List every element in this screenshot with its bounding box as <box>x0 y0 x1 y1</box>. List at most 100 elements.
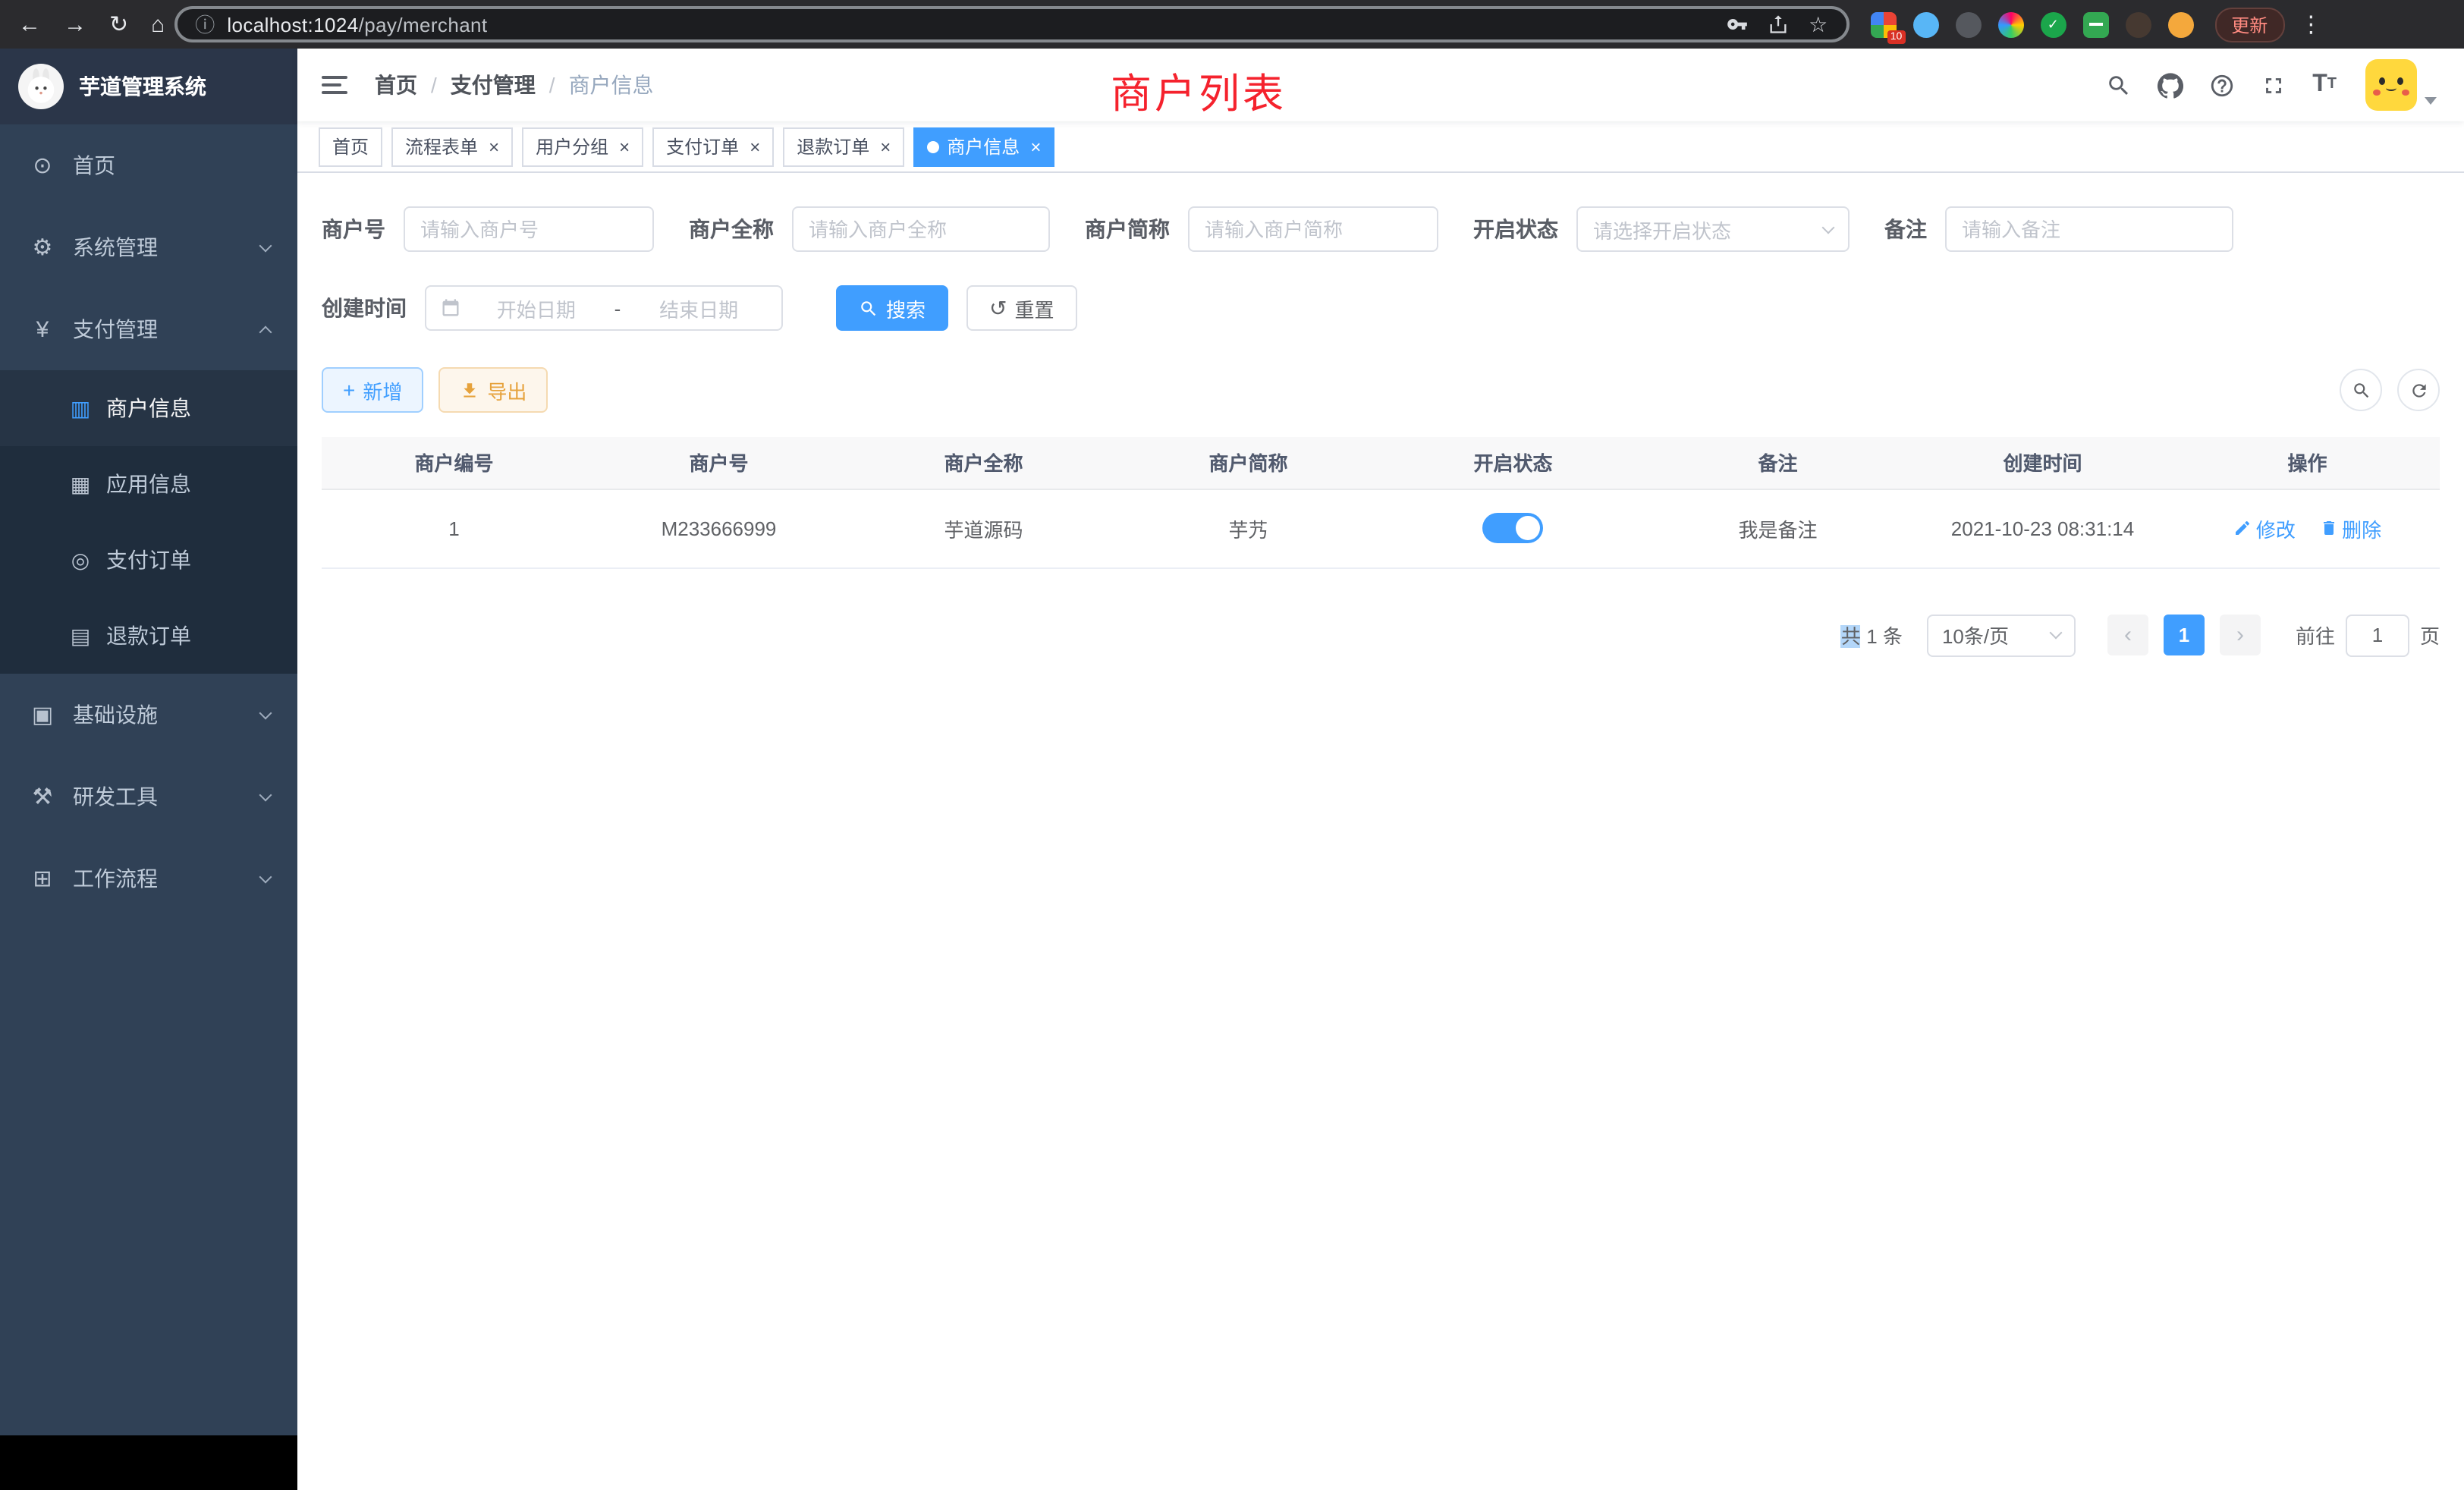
export-button[interactable]: 导出 <box>438 367 548 413</box>
end-date-placeholder[interactable]: 结束日期 <box>630 294 768 322</box>
sidebar-item-system-management[interactable]: ⚙ 系统管理 <box>0 206 297 288</box>
extension-dark-icon[interactable] <box>1955 11 1981 37</box>
extension-orange-icon[interactable] <box>2167 11 2193 37</box>
prev-page-button[interactable]: ‹ <box>2107 615 2148 655</box>
tab-home[interactable]: 首页 <box>319 127 382 166</box>
hamburger-icon[interactable] <box>297 76 372 94</box>
create-time-range-picker[interactable]: 开始日期 - 结束日期 <box>425 285 783 331</box>
tab-label: 支付订单 <box>666 134 739 159</box>
page-size-select[interactable]: 10条/页 <box>1927 614 2076 656</box>
sidebar-item-merchant-info[interactable]: ▥ 商户信息 <box>0 370 297 446</box>
pencil-icon <box>2233 519 2252 537</box>
refresh-table-button[interactable] <box>2397 369 2440 411</box>
delete-link[interactable]: 删除 <box>2319 514 2381 542</box>
column-header-full-name: 商户全称 <box>851 437 1116 489</box>
remark-input[interactable] <box>1945 206 2233 252</box>
tab-merchant-info[interactable]: 商户信息 × <box>913 127 1054 166</box>
short-name-input[interactable] <box>1188 206 1438 252</box>
tab-label: 流程表单 <box>405 134 478 159</box>
edit-link-label: 修改 <box>2256 514 2296 542</box>
status-select[interactable]: 请选择开启状态 <box>1576 206 1850 252</box>
github-icon[interactable] <box>2158 72 2183 98</box>
status-select-placeholder: 请选择开启状态 <box>1593 215 1812 244</box>
start-date-placeholder[interactable]: 开始日期 <box>467 294 605 322</box>
font-size-icon[interactable]: TT <box>2312 73 2337 97</box>
back-icon[interactable]: ← <box>18 13 41 36</box>
browser-update-button[interactable]: 更新 <box>2214 7 2284 42</box>
reload-icon[interactable]: ↻ <box>109 13 128 36</box>
extension-blue-icon[interactable] <box>1912 11 1938 37</box>
address-bar[interactable]: ⓘ localhost:1024/pay/merchant ☆ <box>174 6 1849 42</box>
extension-colorful-icon[interactable]: 10 <box>1870 11 1896 37</box>
reset-icon: ↺ <box>989 297 1007 319</box>
dashboard-icon: ⊙ <box>24 152 61 179</box>
app-logo[interactable]: 芋道管理系统 <box>0 49 297 124</box>
add-button[interactable]: + 新增 <box>322 367 423 413</box>
sidebar-item-payment-orders[interactable]: ◎ 支付订单 <box>0 522 297 598</box>
full-name-input[interactable] <box>792 206 1050 252</box>
edit-link[interactable]: 修改 <box>2233 514 2296 542</box>
sidebar-item-label: 应用信息 <box>106 469 191 499</box>
extension-knot-icon[interactable] <box>2125 11 2151 37</box>
sidebar-item-dev-tools[interactable]: ⚒ 研发工具 <box>0 756 297 838</box>
reset-button[interactable]: ↺ 重置 <box>966 285 1077 331</box>
next-page-button[interactable]: › <box>2220 615 2261 655</box>
password-key-icon[interactable] <box>1727 14 1748 35</box>
help-icon[interactable] <box>2209 72 2235 98</box>
share-icon[interactable] <box>1768 14 1789 35</box>
cell-id: 1 <box>322 489 586 567</box>
page-number-button[interactable]: 1 <box>2164 615 2205 655</box>
page-info-icon[interactable]: ⓘ <box>195 14 215 34</box>
bookmark-star-icon[interactable]: ☆ <box>1809 14 1828 35</box>
close-icon[interactable]: × <box>750 137 760 156</box>
close-icon[interactable]: × <box>489 137 499 156</box>
tab-refund-orders[interactable]: 退款订单× <box>783 127 904 166</box>
status-toggle[interactable] <box>1483 513 1544 543</box>
breadcrumb-payment[interactable]: 支付管理 <box>451 70 536 100</box>
sidebar-item-workflow[interactable]: ⊞ 工作流程 <box>0 838 297 919</box>
breadcrumb-home[interactable]: 首页 <box>375 70 417 100</box>
sidebar-item-payment-management[interactable]: ¥ 支付管理 <box>0 288 297 370</box>
pagination: 共 1 条 10条/页 ‹ 1 › 前往 页 <box>322 614 2440 656</box>
search-button[interactable]: 搜索 <box>836 285 948 331</box>
goto-page-input[interactable] <box>2346 614 2409 656</box>
user-menu[interactable] <box>2365 59 2437 111</box>
home-icon[interactable]: ⌂ <box>151 13 165 36</box>
search-icon[interactable] <box>2106 72 2132 98</box>
url-text[interactable]: localhost:1024/pay/merchant <box>227 13 1714 36</box>
close-icon[interactable]: × <box>1030 137 1041 156</box>
forward-icon[interactable]: → <box>64 13 86 36</box>
status-label: 开启状态 <box>1473 214 1558 244</box>
toggle-search-button[interactable] <box>2340 369 2382 411</box>
breadcrumb-separator: / <box>549 73 555 97</box>
close-icon[interactable]: × <box>619 137 630 156</box>
extension-green-book-icon[interactable] <box>2082 11 2108 37</box>
target-icon: ◎ <box>64 547 97 573</box>
tab-user-group[interactable]: 用户分组× <box>522 127 643 166</box>
app-title: 芋道管理系统 <box>79 71 206 102</box>
avatar[interactable] <box>2365 59 2417 111</box>
export-button-label: 导出 <box>487 376 526 404</box>
close-icon[interactable]: × <box>880 137 891 156</box>
tab-process-form[interactable]: 流程表单 × <box>391 127 513 166</box>
sidebar-item-home[interactable]: ⊙ 首页 <box>0 124 297 206</box>
merchant-no-input[interactable] <box>404 206 654 252</box>
short-name-label: 商户简称 <box>1085 214 1170 244</box>
column-header-create-time: 创建时间 <box>1910 437 2175 489</box>
fullscreen-icon[interactable] <box>2261 72 2286 98</box>
total-count: 1 <box>1866 625 1877 648</box>
sidebar-item-refund-orders[interactable]: ▤ 退款订单 <box>0 598 297 674</box>
extension-avatar-icon[interactable] <box>1997 11 2023 37</box>
chevron-down-icon <box>259 788 272 801</box>
column-header-merchant-no: 商户号 <box>586 437 851 489</box>
sidebar-item-label: 支付订单 <box>106 545 191 575</box>
extension-green-check-icon[interactable]: ✓ <box>2040 11 2066 37</box>
sidebar-item-app-info[interactable]: ▦ 应用信息 <box>0 446 297 522</box>
page-content: 商户号 商户全称 商户简称 开启状态 请选择开启状态 <box>297 173 2464 1490</box>
tab-label: 商户信息 <box>947 134 1020 159</box>
browser-menu-icon[interactable]: ⋮ <box>2284 11 2328 38</box>
goto-suffix: 页 <box>2420 621 2440 649</box>
tab-payment-orders[interactable]: 支付订单 × <box>652 127 774 166</box>
app-window: 芋道管理系统 ⊙ 首页 ⚙ 系统管理 ¥ 支付管理 <box>0 49 2464 1490</box>
sidebar-item-infrastructure[interactable]: ▣ 基础设施 <box>0 674 297 756</box>
